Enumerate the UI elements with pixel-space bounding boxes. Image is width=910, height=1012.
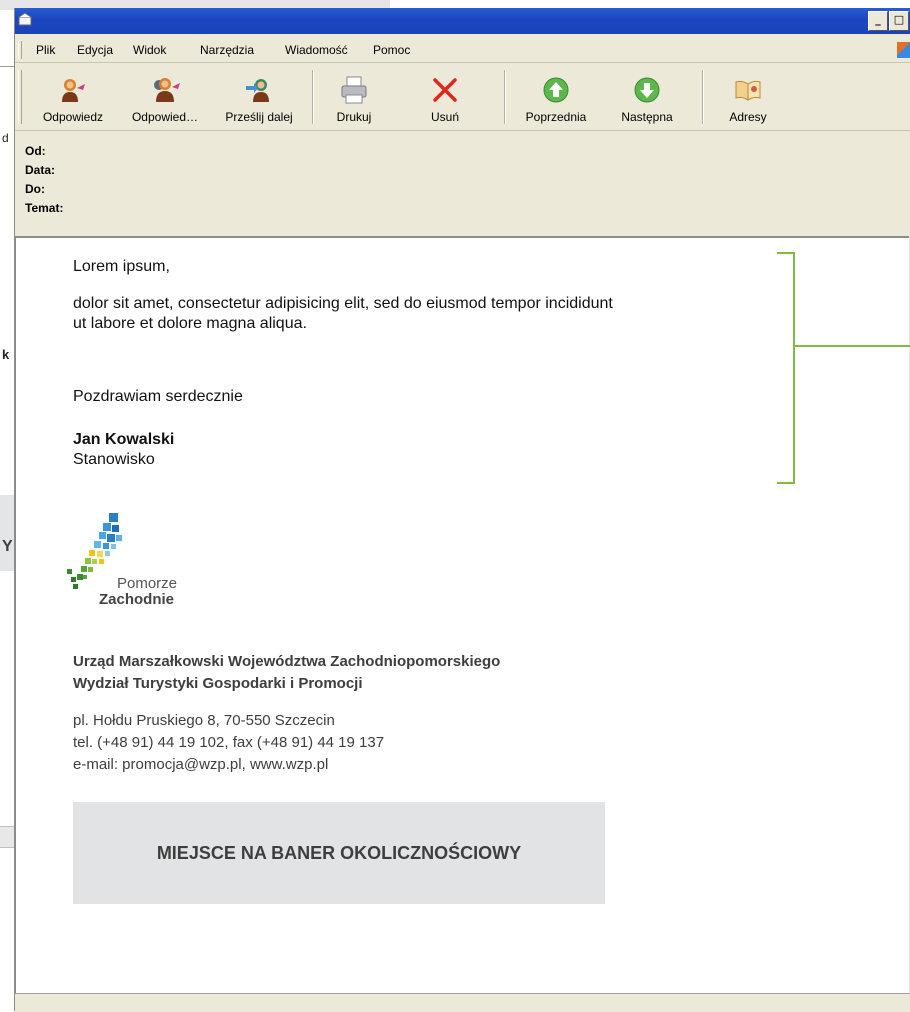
message-headers: Od: Data: Do: Temat: (15, 132, 910, 232)
reply-all-label: Odpowied… (131, 110, 199, 124)
banner-placeholder: MIEJSCE NA BANER OKOLICZNOŚCIOWY (73, 802, 605, 904)
greeting-text: Lorem ipsum, (73, 258, 170, 275)
annotation-pointer-line (795, 345, 910, 347)
previous-label: Poprzednia (525, 110, 587, 124)
previous-button[interactable]: Poprzednia (511, 64, 601, 130)
menu-item-plik[interactable]: Plik (36, 43, 55, 57)
printer-icon (341, 76, 367, 104)
menu-item-widok[interactable]: Widok (133, 43, 166, 57)
addresses-label: Adresy (729, 110, 767, 124)
banner-text: MIEJSCE NA BANER OKOLICZNOŚCIOWY (156, 843, 522, 863)
reply-all-button[interactable]: Odpowied… (118, 64, 212, 130)
sender-name: Jan Kowalski (73, 431, 175, 448)
toolbar-separator (702, 70, 704, 124)
forward-button[interactable]: Prześlij dalej (215, 64, 303, 130)
body-text-line: dolor sit amet, consectetur adipisicing … (73, 295, 613, 312)
date-label: Data: (25, 163, 56, 177)
department-name: Wydział Turystyki Gospodarki i Promocji (73, 675, 363, 692)
menubar-grip[interactable] (18, 41, 22, 59)
next-label: Następna (621, 110, 673, 124)
maximize-button[interactable]: □ (889, 11, 909, 31)
forward-icon (246, 79, 269, 102)
menu-bar: Plik Edycja Widok Narzędzia Wiadomość Po… (15, 38, 910, 63)
toolbar-separator (312, 70, 314, 124)
background-text-fragment: d (2, 131, 9, 145)
toolbar-separator (504, 70, 506, 124)
from-label: Od: (25, 144, 46, 158)
background-text-fragment: Y (2, 538, 13, 555)
delete-label: Usuń (430, 110, 459, 124)
menu-item-pomoc[interactable]: Pomoc (373, 43, 410, 57)
body-text-line: ut labore et dolore magna aliqua. (73, 315, 307, 332)
background-banner-fragment (0, 495, 14, 571)
organization-email: e-mail: promocja@wzp.pl, www.wzp.pl (73, 756, 329, 773)
delete-button[interactable]: Usuń (421, 64, 469, 130)
print-label: Drukuj (336, 110, 372, 124)
menu-item-wiadomosc[interactable]: Wiadomość (285, 43, 348, 57)
windows-logo-icon (897, 42, 910, 58)
menu-item-edycja[interactable]: Edycja (77, 43, 113, 57)
reply-icon (62, 79, 85, 102)
organization-address: pl. Hołdu Pruskiego 8, 70-550 Szczecin (73, 712, 335, 729)
organization-phone: tel. (+48 91) 44 19 102, fax (+48 91) 44… (73, 734, 385, 751)
delete-x-icon (433, 78, 457, 102)
subject-label: Temat: (25, 201, 64, 215)
logo-text-zachodnie: Zachodnie (99, 591, 175, 608)
closing-text: Pozdrawiam serdecznie (73, 388, 243, 405)
toolbar-grip[interactable] (18, 70, 22, 124)
background-status-fragment (0, 826, 14, 848)
addresses-button[interactable]: Adresy (715, 64, 781, 130)
arrow-down-icon (634, 77, 660, 103)
print-button[interactable]: Drukuj (321, 64, 387, 130)
sender-position: Stanowisko (73, 451, 155, 468)
arrow-up-icon (543, 77, 569, 103)
toolbar: Odpowiedz Odpowied… Prześlij dalej Druku… (15, 64, 910, 131)
reply-all-icon (154, 78, 180, 102)
address-book-icon (735, 80, 761, 101)
to-label: Do: (25, 182, 45, 196)
reply-button[interactable]: Odpowiedz (35, 64, 111, 130)
background-text-fragment: k (2, 347, 10, 362)
annotation-bracket (777, 252, 795, 484)
menu-item-narzedzia[interactable]: Narzędzia (200, 43, 254, 57)
status-bar (15, 993, 910, 1012)
envelope-icon (18, 12, 32, 26)
window-titlebar[interactable]: _ □ (15, 8, 910, 34)
organization-name: Urząd Marszałkowski Województwa Zachodni… (73, 653, 501, 670)
reply-label: Odpowiedz (42, 110, 104, 124)
pomorze-zachodnie-logo: Pomorze Zachodnie (61, 511, 201, 621)
mail-window: _ □ Plik Edycja Widok Narzędzia Wiadomoś… (14, 8, 910, 1012)
forward-label: Prześlij dalej (225, 110, 293, 124)
minimize-button[interactable]: _ (868, 11, 888, 31)
background-divider (0, 66, 14, 67)
next-button[interactable]: Następna (607, 64, 687, 130)
logo-text-pomorze: Pomorze (117, 575, 178, 592)
